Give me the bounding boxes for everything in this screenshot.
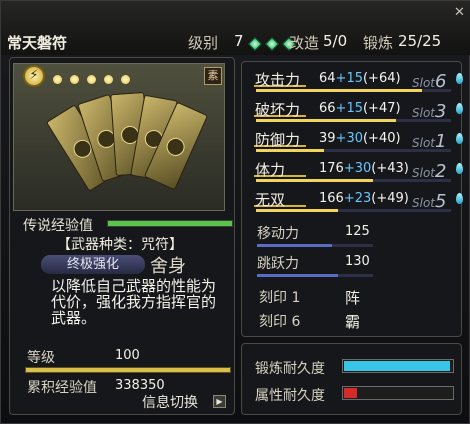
level-value-2: 100 — [115, 348, 140, 363]
stat-value: 64+15(+64) — [319, 71, 401, 86]
stat-bar-fill — [256, 149, 325, 152]
element-tag: 素 — [204, 67, 222, 85]
rarity-stars — [53, 69, 133, 88]
level-label: 级别 — [188, 34, 219, 52]
info-switch-arrow-icon[interactable]: ▶ — [213, 395, 226, 408]
stat2-value: 130 — [345, 254, 370, 269]
stat-name: 防御力 — [255, 131, 301, 149]
star-icon — [70, 75, 80, 84]
engrave-value: 霸 — [345, 313, 361, 331]
engrave-name: 刻印 1 — [259, 290, 301, 306]
gem-icon — [247, 36, 263, 52]
ultimate-badge: 终极强化 — [41, 255, 145, 274]
stat-bar — [256, 209, 451, 212]
stat-name: 攻击力 — [255, 71, 301, 89]
water-drop-icon — [456, 73, 463, 84]
item-name: 常天磐符 — [7, 34, 68, 52]
stat2-name: 移动力 — [257, 226, 299, 242]
accum-exp-label: 累积经验值 — [27, 380, 97, 396]
mod-label: 改造 — [289, 34, 320, 52]
stat-bar — [256, 119, 451, 122]
durability-label: 锻炼耐久度 — [255, 361, 325, 377]
legend-exp-fill — [108, 221, 232, 226]
stat-bar-fill — [256, 89, 422, 92]
water-drop-icon — [456, 103, 463, 114]
stat-name: 无双 — [255, 191, 286, 209]
lightning-icon: ⚡ — [23, 65, 45, 87]
level-value: 7 — [234, 32, 244, 50]
stat-bar — [256, 179, 451, 182]
mod-value: 5/0 — [323, 32, 348, 50]
item-window: 常天磐符 级别 7 改造 5/0 锻炼 25/25 ✕ ⚡ 素 传说经验值 【武… — [0, 0, 470, 424]
stat2-name: 跳跃力 — [257, 256, 299, 272]
level-bar — [25, 367, 231, 373]
star-icon — [104, 75, 114, 84]
water-drop-icon — [456, 163, 463, 174]
star-icon — [87, 75, 97, 84]
stat2-bar — [257, 244, 373, 247]
star-icon — [121, 75, 131, 84]
info-switch-label[interactable]: 信息切换 — [142, 392, 198, 412]
refine-value: 25/25 — [398, 32, 442, 50]
stat-value: 166+23(+49) — [319, 191, 409, 206]
item-description: 以降低自己武器的性能为代价，强化我方指挥官的武器。 — [51, 277, 217, 327]
water-drop-icon — [456, 133, 463, 144]
accum-exp-value: 338350 — [115, 378, 165, 393]
durability-label: 属性耐久度 — [255, 388, 325, 404]
stat-value: 176+30(+43) — [319, 161, 409, 176]
refine-label: 锻炼 — [363, 34, 394, 52]
engrave-name: 刻印 6 — [259, 314, 301, 330]
durability-fill — [344, 388, 357, 398]
talisman-cards-icon — [45, 89, 209, 192]
durability-fill — [344, 361, 450, 371]
stat-bar-fill — [256, 179, 373, 182]
stat-bar-fill — [256, 209, 338, 212]
ultimate-skill: 舍身 — [150, 256, 186, 277]
stat2-bar-fill — [257, 244, 333, 247]
stat-name: 破坏力 — [255, 101, 301, 119]
engrave-value: 阵 — [345, 289, 361, 307]
durability-bar — [342, 386, 454, 400]
legend-exp-bar — [107, 220, 233, 227]
stat-bar — [256, 89, 451, 92]
gem-icon — [265, 36, 280, 52]
water-drop-icon — [456, 193, 463, 204]
stat-bar-fill — [256, 119, 397, 122]
item-header: 常天磐符 级别 7 改造 5/0 锻炼 25/25 ✕ — [1, 1, 470, 55]
stat2-bar-fill — [257, 274, 339, 277]
star-icon — [53, 75, 62, 84]
stat-bar — [256, 149, 451, 152]
level-label-2: 等级 — [27, 350, 55, 366]
weapon-type: 【武器种类：咒符】 — [57, 237, 183, 253]
stat-name: 体力 — [255, 161, 286, 179]
stat2-bar — [257, 274, 373, 277]
stat-value: 66+15(+47) — [319, 101, 401, 116]
stat2-value: 125 — [345, 224, 370, 239]
durability-bar — [342, 359, 454, 373]
stat-value: 39+30(+40) — [319, 131, 401, 146]
legend-exp-label: 传说经验值 — [23, 218, 93, 234]
close-icon[interactable]: ✕ — [452, 5, 467, 20]
